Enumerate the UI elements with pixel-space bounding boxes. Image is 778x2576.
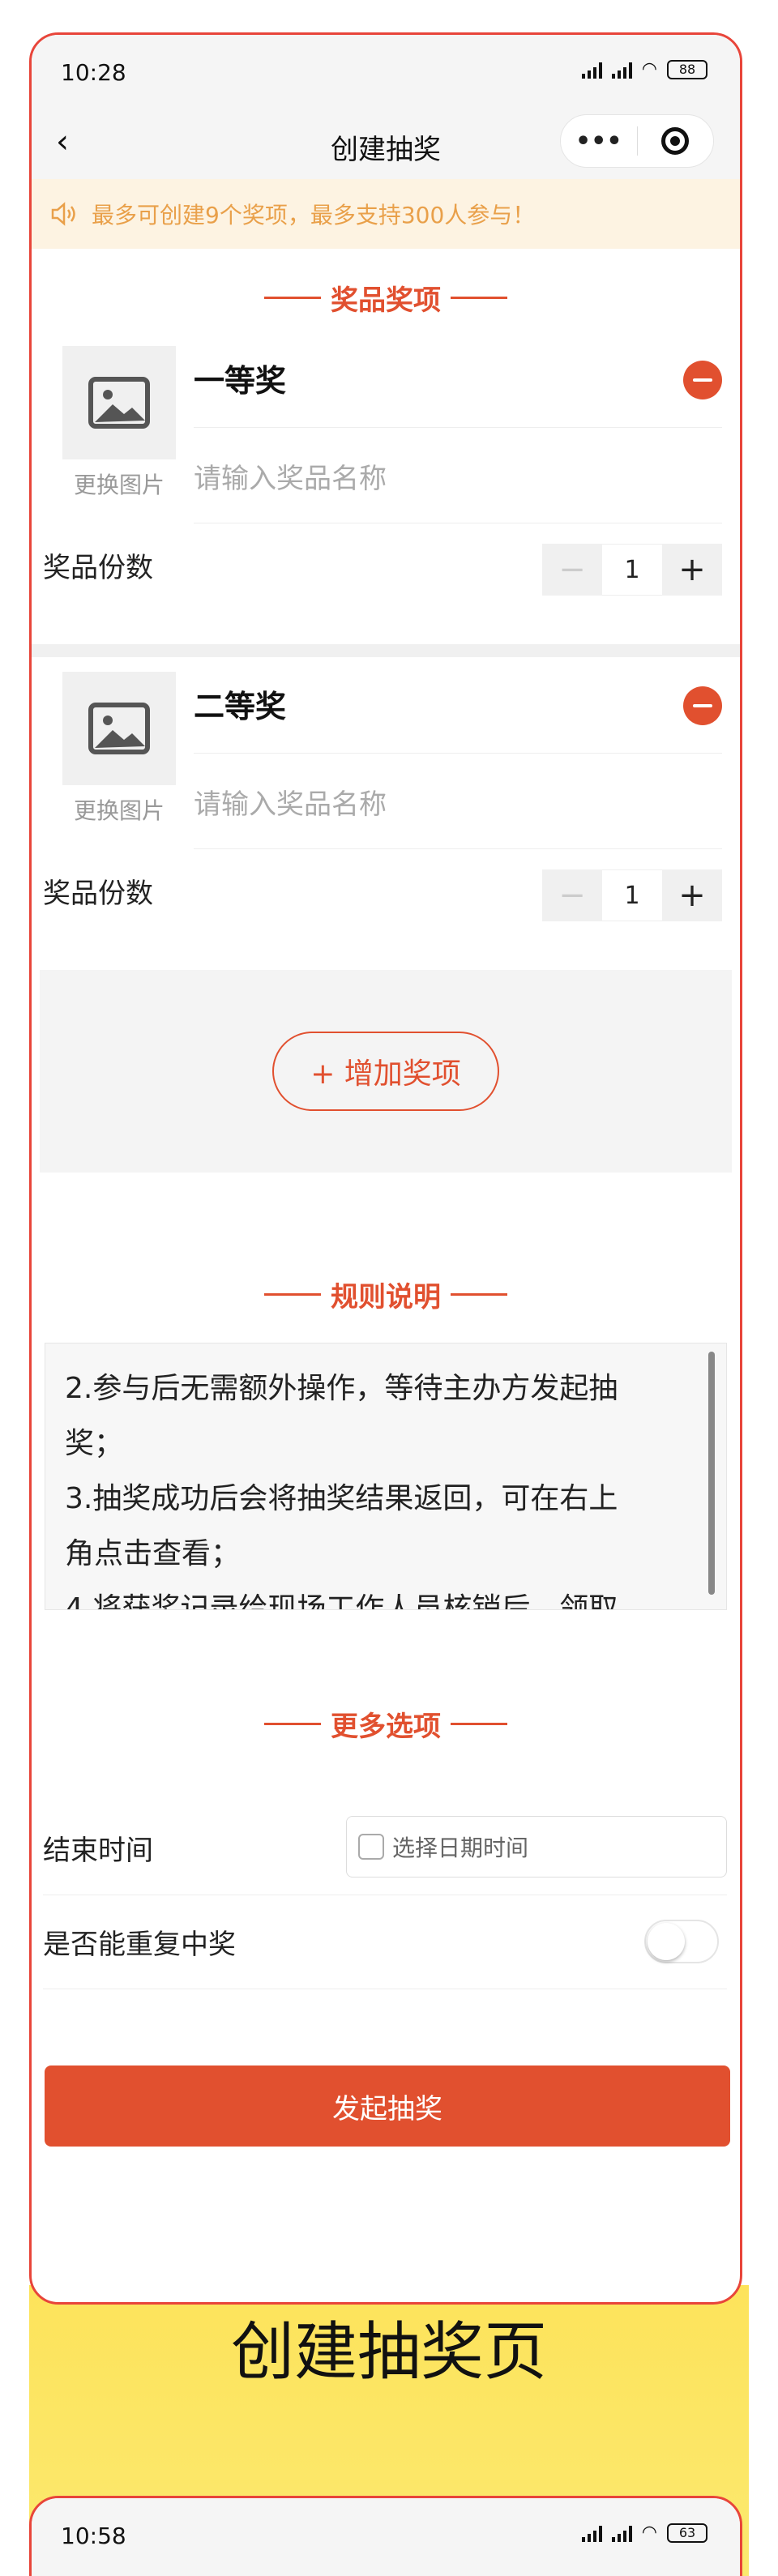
remove-prize-icon[interactable] [683,361,722,399]
notice-bar: 最多可创建9个奖项，最多支持300人参与！ [32,179,740,249]
section-title-text: 更多选项 [331,1710,441,1743]
quantity-value[interactable]: 1 [602,869,662,921]
rules-line: 奖； [65,1427,124,1460]
change-image-link[interactable]: 更换图片 [62,468,176,500]
repeat-win-toggle[interactable] [644,1920,719,1963]
status-icons: ◠ 63 [581,2523,707,2543]
date-placeholder: 选择日期时间 [392,1835,529,1861]
remove-prize-icon[interactable] [683,686,722,725]
notice-text: 最多可创建9个奖项，最多支持300人参与！ [92,202,536,229]
quantity-stepper: − 1 + [542,869,722,921]
section-title-more-options: 更多选项 [32,1675,740,1772]
increment-button[interactable]: + [662,544,722,596]
prize-level: 二等奖 [194,689,287,724]
wifi-icon: ◠ [641,2523,657,2543]
title-line [451,1722,507,1725]
rules-line: 4.将获奖记录给现场工作人员核销后，领取 [65,1592,618,1610]
add-prize-area: + 增加奖项 [40,970,732,1173]
quantity-stepper: − 1 + [542,544,722,596]
title-line [264,1722,321,1725]
prize-level: 一等奖 [194,363,287,399]
more-icon[interactable]: ••• [561,127,637,156]
divider [194,753,722,754]
status-time: 10:58 [61,2523,126,2549]
quantity-label: 奖品份数 [43,878,153,910]
wifi-icon: ◠ [641,59,657,79]
next-screen-preview: 10:58 ◠ 63 [29,2496,742,2576]
section-title-rules: 规则说明 [32,1245,740,1343]
prize-name-input[interactable] [194,435,680,523]
divider [194,848,722,849]
repeat-win-label: 是否能重复中奖 [43,1929,236,1961]
signal-icon [581,2524,602,2542]
close-target-icon[interactable] [638,127,714,155]
title-line [451,296,507,299]
rules-line: 角点击查看； [65,1537,241,1570]
quantity-value[interactable]: 1 [602,544,662,596]
phone-frame: 10:28 ◠ 88 ‹ 创建抽奖 ••• 最多可创建9个奖项，最多支持300人… [29,32,742,2305]
image-icon [88,377,150,429]
mini-program-capsule: ••• [560,114,714,168]
quantity-label: 奖品份数 [43,552,153,584]
title-line [264,296,321,299]
prize-name-input[interactable] [194,761,680,848]
prize-image[interactable] [62,672,176,785]
section-title-text: 规则说明 [331,1280,441,1314]
divider [194,427,722,428]
status-time: 10:28 [61,59,126,86]
decrement-button[interactable]: − [542,869,602,921]
submit-button[interactable]: 发起抽奖 [45,2065,730,2147]
repeat-win-row: 是否能重复中奖 [43,1895,727,1989]
speaker-icon [51,202,75,226]
calendar-icon [358,1834,384,1860]
section-title-text: 奖品奖项 [331,284,441,317]
signal-icon [581,61,602,79]
end-time-row: 结束时间 选择日期时间 [43,1801,727,1895]
scrollbar[interactable] [708,1352,715,1595]
add-prize-button[interactable]: + 增加奖项 [272,1032,499,1111]
status-icons: ◠ 88 [581,59,707,79]
change-image-link[interactable]: 更换图片 [62,793,176,826]
increment-button[interactable]: + [662,869,722,921]
title-line [264,1292,321,1296]
prize-image[interactable] [62,346,176,459]
rules-textarea[interactable]: 2.参与后无需额外操作，等待主办方发起抽 奖； 3.抽奖成功后会将抽奖结果返回，… [45,1343,727,1610]
rules-line: 3.抽奖成功后会将抽奖结果返回，可在右上 [65,1482,618,1515]
end-time-label: 结束时间 [43,1835,153,1867]
rules-line: 2.参与后无需额外操作，等待主办方发起抽 [65,1372,618,1405]
signal-icon [611,2524,632,2542]
prize-card: 更换图片 二等奖 奖品份数 − 1 + [32,672,740,970]
signal-icon [611,61,632,79]
battery-icon: 63 [667,2523,707,2543]
date-time-picker[interactable]: 选择日期时间 [346,1816,727,1878]
status-bar: 10:28 ◠ 88 [32,35,740,105]
title-line [451,1292,507,1296]
navbar: ‹ 创建抽奖 ••• [32,105,740,179]
status-bar: 10:58 ◠ 63 [32,2498,740,2568]
image-icon [88,703,150,754]
battery-icon: 88 [667,59,707,79]
decrement-button[interactable]: − [542,544,602,596]
prize-card: 更换图片 一等奖 奖品份数 − 1 + [32,346,740,657]
page-caption: 创建抽奖页 [230,2316,547,2389]
section-title-prizes: 奖品奖项 [32,249,740,346]
